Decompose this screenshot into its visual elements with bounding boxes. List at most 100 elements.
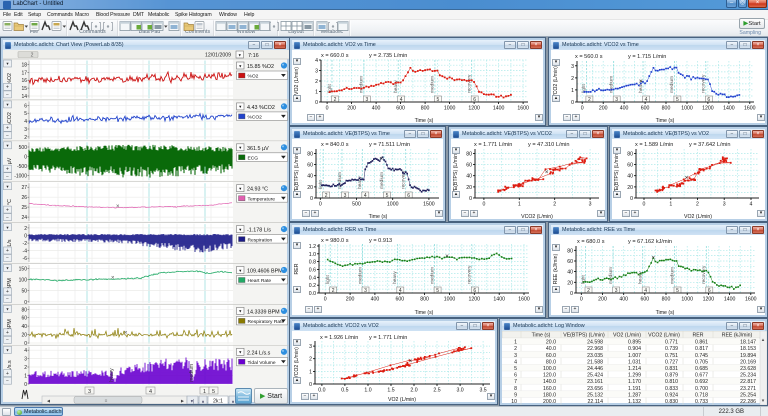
svg-text:heavy: heavy <box>392 271 398 284</box>
svg-text:0.4: 0.4 <box>309 275 316 281</box>
svg-text:3: 3 <box>309 344 312 350</box>
svg-text:1200: 1200 <box>468 106 480 112</box>
svg-text:1000: 1000 <box>681 297 693 303</box>
svg-text:1: 1 <box>24 373 27 379</box>
svg-text:200: 200 <box>347 106 356 112</box>
svg-text:3.5: 3.5 <box>479 388 486 394</box>
svg-text:14.3339 BPM: 14.3339 BPM <box>247 309 280 315</box>
svg-text:REE (kJ/min): REE (kJ/min) <box>722 332 753 338</box>
svg-text:1200: 1200 <box>469 297 481 303</box>
svg-text:6: 6 <box>24 103 27 109</box>
svg-text:60: 60 <box>21 316 27 322</box>
svg-text:VO2 (L/min): VO2 (L/min) <box>294 67 300 95</box>
svg-text:medium: medium <box>357 267 363 284</box>
svg-text:recovery: recovery <box>467 265 473 284</box>
svg-text:y = 71.511 L/min: y = 71.511 L/min <box>369 142 410 148</box>
svg-text:4: 4 <box>750 202 753 208</box>
svg-text:x = 560.0 s: x = 560.0 s <box>575 54 603 60</box>
svg-text:0: 0 <box>324 297 327 303</box>
svg-text:VO2 (L/min): VO2 (L/min) <box>613 332 641 338</box>
svg-text:400: 400 <box>372 106 381 112</box>
svg-text:800: 800 <box>421 106 430 112</box>
svg-text:20: 20 <box>466 185 472 191</box>
svg-text:18: 18 <box>21 62 27 68</box>
svg-text:−: − <box>6 256 9 262</box>
svg-text:1600: 1600 <box>745 297 757 303</box>
svg-text:+: + <box>6 207 9 213</box>
svg-text:80: 80 <box>307 152 313 158</box>
svg-text:VCO2 (L/min): VCO2 (L/min) <box>294 347 300 379</box>
svg-text:0: 0 <box>643 202 646 208</box>
svg-text:1: 1 <box>669 202 672 208</box>
svg-text:2: 2 <box>24 226 27 232</box>
svg-text:-2: -2 <box>23 241 28 247</box>
svg-text:y = 67.162 kJ/min: y = 67.162 kJ/min <box>628 239 672 245</box>
svg-text:0: 0 <box>469 196 472 202</box>
svg-text:x = 1.771 L/min: x = 1.771 L/min <box>474 142 512 148</box>
svg-text:×: × <box>651 254 655 261</box>
svg-text:-1.178 L/s: -1.178 L/s <box>247 228 271 234</box>
svg-text:◄: ◄ <box>46 399 51 405</box>
svg-text:%CO2: %CO2 <box>248 115 263 121</box>
svg-text:400: 400 <box>371 297 380 303</box>
svg-text:Time (s): Time (s) <box>415 118 434 124</box>
svg-text:0: 0 <box>24 155 27 161</box>
svg-text:RER: RER <box>693 332 704 338</box>
svg-text:0.6: 0.6 <box>309 268 316 274</box>
svg-text:≡: ≡ <box>105 398 108 403</box>
svg-text:80: 80 <box>466 152 472 158</box>
svg-text:×: × <box>685 174 689 181</box>
svg-text:17: 17 <box>21 70 27 76</box>
svg-text:REE (kJ/min): REE (kJ/min) <box>553 253 559 284</box>
svg-text:0.830: 0.830 <box>665 399 678 405</box>
svg-text:500: 500 <box>19 145 28 151</box>
svg-text:medium: medium <box>379 172 385 189</box>
svg-text:200: 200 <box>599 106 608 112</box>
svg-text:3: 3 <box>24 127 27 133</box>
svg-text:x = 1.589 L/min: x = 1.589 L/min <box>635 142 673 148</box>
svg-text:20: 20 <box>567 280 573 286</box>
svg-text:2: 2 <box>553 202 556 208</box>
svg-text:20: 20 <box>21 333 27 339</box>
svg-text:Time (s): Time (s) <box>656 310 675 316</box>
svg-text:7:16: 7:16 <box>248 53 259 59</box>
svg-text:0: 0 <box>315 100 318 106</box>
svg-text:1: 1 <box>203 389 206 395</box>
svg-text:VE(BTPS) (L/min): VE(BTPS) (L/min) <box>453 152 459 194</box>
svg-text:1: 1 <box>518 202 521 208</box>
svg-text:1200: 1200 <box>703 297 715 303</box>
svg-text:40: 40 <box>567 270 573 276</box>
svg-text:1400: 1400 <box>493 106 505 112</box>
svg-text:40: 40 <box>627 174 633 180</box>
svg-text:Time (s): Time (s) <box>369 214 388 220</box>
svg-text:0: 0 <box>24 382 27 388</box>
svg-text:150: 150 <box>19 266 28 272</box>
svg-text:40: 40 <box>466 174 472 180</box>
svg-text:Respiration: Respiration <box>248 237 273 243</box>
svg-text:y = 1.715 L/min: y = 1.715 L/min <box>628 54 666 60</box>
svg-text:−: − <box>6 215 9 221</box>
svg-text:2.5: 2.5 <box>433 388 440 394</box>
svg-text:80: 80 <box>567 248 573 254</box>
svg-text:°C: °C <box>7 199 13 205</box>
svg-text:4: 4 <box>149 389 152 395</box>
svg-text:VO2 (L/min): VO2 (L/min) <box>684 214 712 220</box>
svg-text:600: 600 <box>640 297 649 303</box>
svg-text:15.85 %O2: 15.85 %O2 <box>247 64 274 70</box>
svg-text:2k:1: 2k:1 <box>213 399 223 405</box>
svg-text:y = 37.642 L/min: y = 37.642 L/min <box>689 142 731 148</box>
svg-text:×: × <box>409 358 413 365</box>
svg-text:1600: 1600 <box>744 106 756 112</box>
svg-text:4.43 %CO2: 4.43 %CO2 <box>247 105 275 111</box>
svg-text:-500: -500 <box>17 164 27 170</box>
svg-text:medium: medium <box>669 267 675 284</box>
svg-text:20: 20 <box>307 185 313 191</box>
svg-text:14: 14 <box>21 94 27 100</box>
svg-text:0: 0 <box>319 202 322 208</box>
svg-text:50: 50 <box>21 289 27 295</box>
svg-text:1.0: 1.0 <box>364 388 371 394</box>
svg-text:y = 0.913: y = 0.913 <box>369 238 392 244</box>
svg-text:0: 0 <box>482 202 485 208</box>
svg-text:800: 800 <box>662 106 671 112</box>
svg-text:x = 840.0 s: x = 840.0 s <box>321 142 349 148</box>
